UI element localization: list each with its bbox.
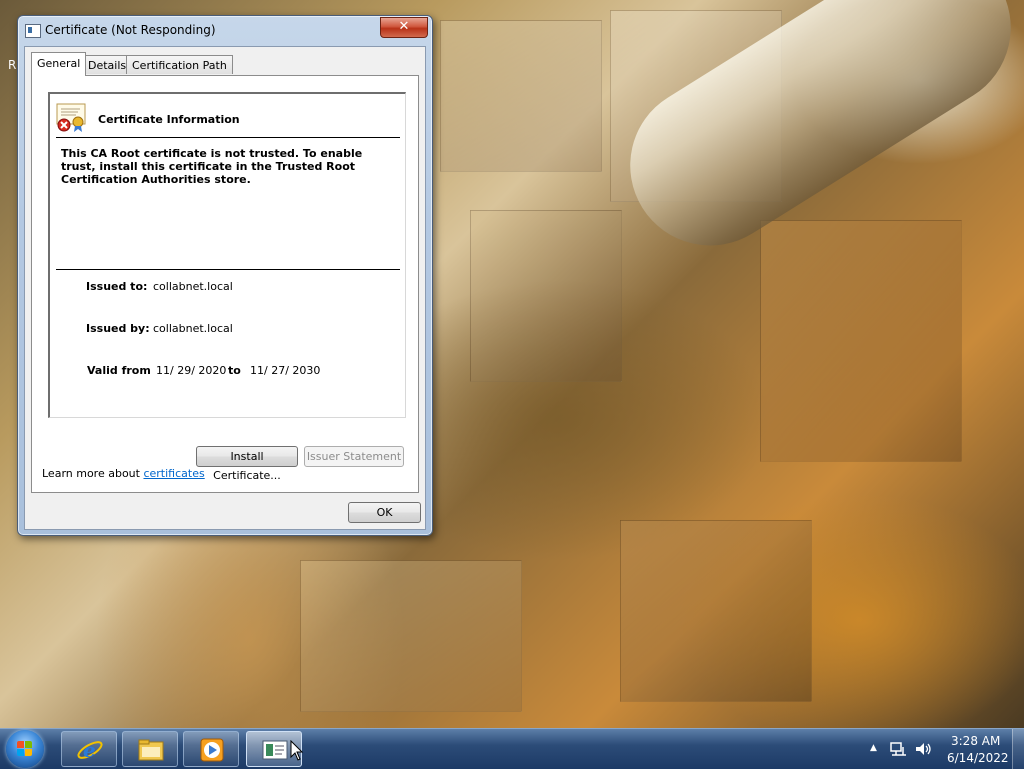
clock-time[interactable]: 3:28 AM <box>951 734 1000 748</box>
windows-logo-icon <box>17 741 33 757</box>
issuer-statement-button[interactable]: Issuer Statement <box>304 446 404 467</box>
svg-text:e: e <box>83 738 96 762</box>
certificate-error-icon <box>56 103 86 132</box>
wallpaper-panel <box>470 210 622 382</box>
certificate-info-box: Certificate Information This CA Root cer… <box>48 92 406 418</box>
tab-label: Certification Path <box>132 59 227 72</box>
mouse-cursor-icon <box>290 740 304 761</box>
valid-from-label: Valid from <box>87 364 151 377</box>
show-hidden-icons-arrow[interactable]: ▲ <box>870 743 877 753</box>
issued-to-label: Issued to: <box>86 280 148 293</box>
media-player-icon <box>200 738 224 762</box>
wallpaper-panel <box>440 20 602 172</box>
learn-more-prefix: Learn more about <box>42 467 140 480</box>
certificate-dialog: Certificate (Not Responding) ✕ General D… <box>17 15 433 536</box>
desktop-partial-label: R <box>8 58 17 72</box>
dialog-client-area: General Details Certification Path Certi… <box>24 46 426 530</box>
close-button[interactable]: ✕ <box>380 17 428 38</box>
wallpaper-panel <box>620 520 812 702</box>
info-heading: Certificate Information <box>98 113 240 126</box>
certificates-link[interactable]: certificates <box>143 467 204 480</box>
wallpaper-panel <box>760 220 962 462</box>
wallpaper-panel <box>300 560 522 712</box>
internet-explorer-icon: e <box>77 738 103 762</box>
tab-certification-path[interactable]: Certification Path <box>126 55 233 74</box>
divider <box>56 269 400 270</box>
issued-by-value[interactable]: collabnet.local <box>153 322 233 335</box>
learn-more-text: Learn more about certificates <box>42 467 205 480</box>
tab-details[interactable]: Details <box>82 55 133 74</box>
tab-label: Details <box>88 59 127 72</box>
issued-by-label: Issued by: <box>86 322 150 335</box>
issued-to-value[interactable]: collabnet.local <box>153 280 233 293</box>
general-tab-panel: Certificate Information This CA Root cer… <box>31 75 419 493</box>
install-certificate-button[interactable]: Install Certificate... <box>196 446 298 482</box>
tab-label: General <box>37 57 81 70</box>
trust-warning-text: This CA Root certificate is not trusted.… <box>61 147 363 186</box>
window-title: Certificate (Not Responding) <box>45 23 216 37</box>
valid-to-label: to <box>228 364 241 377</box>
valid-from-value[interactable]: 11/ 29/ 2020 <box>156 364 226 377</box>
show-desktop-button[interactable] <box>1012 729 1024 769</box>
taskbar-media-player[interactable] <box>183 731 239 767</box>
tab-general[interactable]: General <box>31 52 87 76</box>
valid-to-value[interactable]: 11/ 27/ 2030 <box>250 364 320 377</box>
network-icon[interactable] <box>890 741 908 757</box>
title-bar[interactable]: Certificate (Not Responding) ✕ <box>18 16 432 46</box>
file-explorer-icon <box>138 739 164 761</box>
certificate-window-icon <box>25 24 41 38</box>
taskbar-file-explorer[interactable] <box>122 731 178 767</box>
close-icon: ✕ <box>398 19 410 34</box>
taskbar-internet-explorer[interactable]: e <box>61 731 117 767</box>
clock-date[interactable]: 6/14/2022 <box>947 751 1009 765</box>
volume-icon[interactable] <box>914 741 932 757</box>
certificate-window-icon <box>262 740 288 760</box>
ok-button[interactable]: OK <box>348 502 421 523</box>
start-button[interactable] <box>6 730 44 768</box>
taskbar: e ▲ 3:28 AM 6/14/2022 <box>0 728 1024 769</box>
divider <box>56 137 400 138</box>
